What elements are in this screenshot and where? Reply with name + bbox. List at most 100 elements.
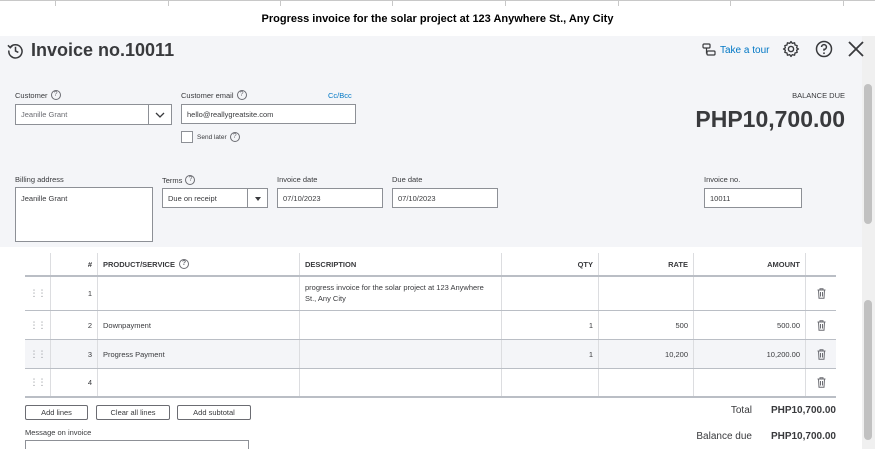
table-row[interactable]: ⋮⋮ 3 Progress Payment 1 10,200 10,200.00 <box>25 340 836 369</box>
table-row[interactable]: ⋮⋮ 2 Downpayment 1 500 500.00 <box>25 311 836 340</box>
due-date-label-text: Due date <box>392 175 423 184</box>
qty-cell[interactable]: 1 <box>502 340 599 368</box>
divider <box>392 0 393 6</box>
header-product: PRODUCT/SERVICE ? <box>98 253 300 275</box>
billing-address-label: Billing address <box>15 175 64 184</box>
qty-cell[interactable] <box>502 277 599 310</box>
total-label: Total <box>730 405 752 416</box>
invoice-date-label: Invoice date <box>277 175 317 184</box>
amount-cell[interactable]: 500.00 <box>694 311 806 339</box>
divider <box>730 0 731 6</box>
product-cell[interactable] <box>98 369 300 396</box>
divider <box>55 0 56 6</box>
row-number: 1 <box>51 277 98 310</box>
clear-all-lines-button[interactable]: Clear all lines <box>96 405 170 420</box>
recent-transactions-icon[interactable] <box>7 42 24 59</box>
cc-bcc-link[interactable]: Cc/Bcc <box>328 91 352 100</box>
header-product-label: PRODUCT/SERVICE <box>103 259 175 269</box>
product-cell[interactable]: Downpayment <box>98 311 300 339</box>
terms-select[interactable]: Due on receipt <box>162 188 268 208</box>
balance-due-total-label: Balance due <box>696 431 752 442</box>
customer-label: Customer <box>15 90 48 100</box>
qty-cell[interactable] <box>502 369 599 396</box>
rate-cell[interactable]: 10,200 <box>599 340 694 368</box>
description-cell[interactable]: progress invoice for the solar project a… <box>300 277 502 310</box>
amount-cell[interactable] <box>694 277 806 310</box>
close-icon[interactable] <box>847 40 865 58</box>
send-later-label-group: Send later ? <box>197 132 240 142</box>
billing-address-textarea[interactable]: Jeanille Grant <box>15 187 153 242</box>
balance-due-total-value: PHP10,700.00 <box>770 431 836 442</box>
description-cell[interactable] <box>300 340 502 368</box>
header-handle <box>25 253 51 275</box>
help-icon[interactable]: ? <box>236 90 247 100</box>
invoice-number-input[interactable]: 10011 <box>704 188 802 208</box>
delete-row-button[interactable] <box>806 311 836 339</box>
drag-handle-icon[interactable]: ⋮⋮ <box>25 277 51 310</box>
rate-cell[interactable]: 500 <box>599 311 694 339</box>
divider <box>168 0 169 6</box>
help-icon[interactable]: ? <box>50 90 61 100</box>
due-date-label: Due date <box>392 175 422 184</box>
take-a-tour-link[interactable]: Take a tour <box>702 43 769 57</box>
caret-down-icon <box>255 197 261 201</box>
product-cell[interactable] <box>98 277 300 310</box>
scrollbar-thumb[interactable] <box>864 84 872 224</box>
rate-cell[interactable] <box>599 369 694 396</box>
total-value: PHP10,700.00 <box>770 405 836 416</box>
balance-due-amount: PHP10,700.00 <box>695 106 845 132</box>
table-row[interactable]: ⋮⋮ 1 progress invoice for the solar proj… <box>25 277 836 311</box>
delete-row-button[interactable] <box>806 277 836 310</box>
row-number: 2 <box>51 311 98 339</box>
delete-row-button[interactable] <box>806 369 836 396</box>
gear-icon[interactable] <box>782 40 800 58</box>
customer-select[interactable]: Jeanille Grant <box>15 104 149 125</box>
row-number: 4 <box>51 369 98 396</box>
balance-due-label: BALANCE DUE <box>792 91 845 100</box>
header-num: # <box>51 253 98 275</box>
product-cell[interactable]: Progress Payment <box>98 340 300 368</box>
trash-icon <box>817 319 825 331</box>
drag-handle-icon[interactable]: ⋮⋮ <box>25 311 51 339</box>
add-subtotal-button[interactable]: Add subtotal <box>177 405 251 420</box>
customer-dropdown-button[interactable] <box>148 104 172 125</box>
table-header: # PRODUCT/SERVICE ? DESCRIPTION QTY RATE… <box>25 253 836 277</box>
divider <box>843 0 844 6</box>
billing-address-label-text: Billing address <box>15 175 64 184</box>
trash-icon <box>817 377 825 388</box>
message-on-invoice-input[interactable] <box>25 440 249 449</box>
description-cell[interactable] <box>300 311 502 339</box>
delete-row-button[interactable] <box>806 340 836 368</box>
add-lines-button[interactable]: Add lines <box>25 405 88 420</box>
take-a-tour-label: Take a tour <box>720 44 770 56</box>
customer-email-input[interactable]: hello@reallygreatsite.com <box>181 104 356 124</box>
rate-cell[interactable] <box>599 277 694 310</box>
select-divider <box>247 189 248 207</box>
help-icon[interactable]: ? <box>185 175 196 185</box>
send-later-checkbox[interactable] <box>181 131 193 143</box>
trash-icon <box>817 288 825 299</box>
message-on-invoice-label: Message on invoice <box>25 428 92 437</box>
drag-handle-icon[interactable]: ⋮⋮ <box>25 340 51 368</box>
invoice-date-label-text: Invoice date <box>277 175 318 184</box>
help-icon[interactable]: ? <box>229 132 240 142</box>
customer-label-group: Customer ? <box>15 90 61 100</box>
qty-cell[interactable]: 1 <box>502 311 599 339</box>
table-row[interactable]: ⋮⋮ 4 <box>25 369 836 398</box>
image-caption: Progress invoice for the solar project a… <box>0 0 875 36</box>
help-icon[interactable] <box>815 40 833 58</box>
tour-icon <box>702 43 716 56</box>
invoice-date-input[interactable]: 07/10/2023 <box>277 188 383 208</box>
divider <box>618 0 619 6</box>
header-qty: QTY <box>502 253 599 275</box>
amount-cell[interactable]: 10,200.00 <box>694 340 806 368</box>
amount-cell[interactable] <box>694 369 806 396</box>
drag-handle-icon[interactable]: ⋮⋮ <box>25 369 51 396</box>
description-cell[interactable] <box>300 369 502 396</box>
page-title: Invoice no.10011 <box>31 40 175 60</box>
customer-email-label-group: Customer email ? <box>181 90 247 100</box>
header-amount: AMOUNT <box>694 253 806 275</box>
help-icon[interactable]: ? <box>178 259 189 269</box>
scrollbar-thumb[interactable] <box>864 300 872 440</box>
due-date-input[interactable]: 07/10/2023 <box>392 188 498 208</box>
